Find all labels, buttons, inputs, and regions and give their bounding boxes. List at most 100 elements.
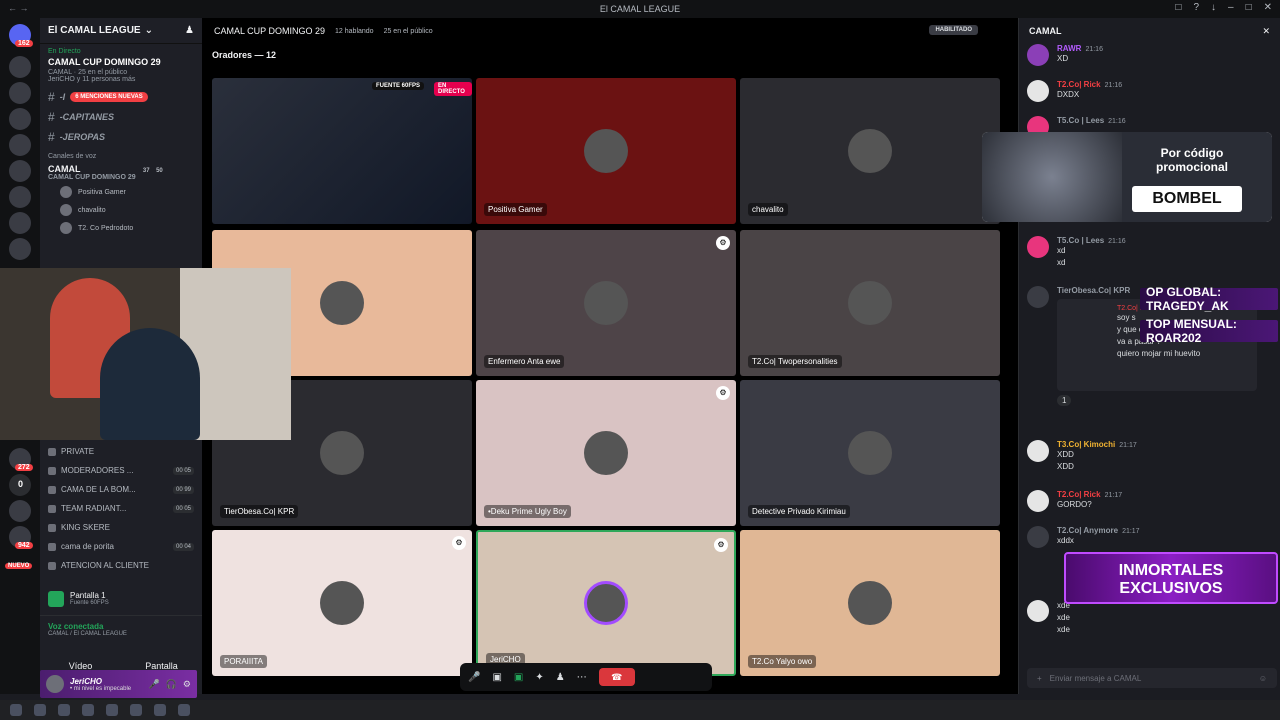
inbox-icon[interactable]: □ [1175,2,1181,13]
voice-count: 37 [142,168,150,174]
gear-icon[interactable]: ⚙ [183,679,191,690]
voice-channel[interactable]: KING SKERE [40,518,202,537]
disconnect-button[interactable]: ☎ [598,668,635,686]
server-icon[interactable] [9,108,31,130]
server-icon[interactable] [9,238,31,260]
emoji-icon[interactable]: ☺ [1259,674,1267,683]
speaker-tile[interactable]: Positiva Gamer [476,78,736,224]
nav-arrows-icon[interactable]: ← → [8,3,29,13]
start-icon[interactable] [10,704,22,716]
channel-name: KING SKERE [61,523,110,532]
message-author[interactable]: T3.Co| Kimochi [1057,440,1115,449]
mic-icon[interactable]: 🎤 [148,679,159,690]
guild-header[interactable]: El CAMAL LEAGUE ⌄ ♟ [40,18,202,44]
speaker-icon [48,504,56,513]
add-member-icon[interactable]: ♟ [185,25,194,36]
speaker-tile[interactable]: ⚙ •Deku Prime Ugly Boy [476,380,736,526]
voice-user[interactable]: chavalito [40,201,202,219]
reaction-chip[interactable]: 1 [1057,395,1072,406]
help-icon[interactable]: ? [1193,2,1199,13]
server-icon[interactable] [9,82,31,104]
speaker-icon [48,542,56,551]
voice-channel-camal[interactable]: CAMAL 37 50 CAMAL CUP DOMINGO 29 [40,162,202,183]
invite-icon[interactable]: ♟ [556,672,565,683]
voice-section-label[interactable]: Canales de voz [40,147,202,162]
activity-icon[interactable]: ✦ [535,672,543,683]
avatar [1027,526,1049,548]
speaker-tile[interactable]: ⚙ JeriCHO [476,530,736,676]
message-text: xde [1057,613,1070,622]
mic-icon[interactable]: 🎤 [468,672,480,683]
app-icon[interactable] [130,704,142,716]
speaker-icon [48,447,56,456]
message-author[interactable]: RAWR [1057,44,1081,53]
speakers-label[interactable]: Oradores — 12 [212,50,276,60]
voice-user-name: T2. Co Pedrodoto [78,224,134,232]
server-icon[interactable] [9,134,31,156]
speaker-tile[interactable]: T2.Co Yalyo owo [740,530,1000,676]
app-icon[interactable] [58,704,70,716]
avatar [584,431,628,475]
voice-user[interactable]: T2. Co Pedrodoto [40,219,202,237]
close-window-button[interactable]: ✕ [1264,2,1272,13]
download-icon[interactable]: ↓ [1211,2,1216,13]
voice-channel[interactable]: PRIVATE [40,442,202,461]
message-author[interactable]: TierObesa.Co| KPR [1057,286,1130,295]
speaker-tile[interactable]: chavalito [740,78,1000,224]
server-icon[interactable] [9,160,31,182]
event-card[interactable]: En Directo CAMAL CUP DOMINGO 29 CAMAL · … [40,44,202,87]
speaker-icon [48,466,56,475]
user-count: 00 05 [172,504,194,513]
text-channel[interactable]: # -CAPITANES [40,107,202,127]
server-icon[interactable] [9,212,31,234]
app-icon[interactable] [178,704,190,716]
speaker-name: chavalito [748,203,788,216]
maximize-button[interactable]: □ [1246,2,1252,13]
message-author[interactable]: T5.Co | Lees [1057,236,1104,245]
message-author[interactable]: T5.Co | Lees [1057,116,1104,125]
voice-user[interactable]: Positiva Gamer [40,183,202,201]
screen-share-panel[interactable]: Pantalla 1 Fuente 60FPS [40,581,202,616]
voice-channel[interactable]: ATENCION AL CLIENTE [40,556,202,575]
window-controls: □ ? ↓ – □ ✕ [1175,2,1272,13]
speaker-tile[interactable]: ⚙ PORAIIITA [212,530,472,676]
voice-channel[interactable]: MODERADORES ... 00 05 [40,461,202,480]
more-icon[interactable]: ⋯ [577,672,587,683]
app-icon[interactable] [154,704,166,716]
text-channel[interactable]: # -JEROPAS [40,127,202,147]
speaker-tile[interactable]: Detective Privado Kirimiau [740,380,1000,526]
message-author[interactable]: T2.Co| Anymore [1057,526,1118,535]
stream-tile[interactable]: FUENTE 60FPS EN DIRECTO [212,78,472,224]
avatar [584,581,628,625]
message-author[interactable]: T2.Co| Rick [1057,80,1101,89]
user-panel[interactable]: JeriCHO • mi nivel es impecable 🎤 🎧 ⚙ [40,670,197,698]
app-icon[interactable] [106,704,118,716]
close-icon[interactable]: ✕ [1262,26,1270,37]
minimize-button[interactable]: – [1228,2,1234,13]
headphones-icon[interactable]: 🎧 [166,679,177,690]
promo-overlay: Por código promocional BOMBEL [982,132,1272,222]
plus-icon[interactable]: + [1037,674,1042,683]
mentions-pill[interactable]: 6 MENCIONES NUEVAS [70,92,148,102]
message-time: 21:16 [1108,118,1126,125]
avatar [848,281,892,325]
window-title: El CAMAL LEAGUE [599,4,681,14]
server-icon[interactable] [9,500,31,522]
voice-channel[interactable]: cama de porita 00 04 [40,537,202,556]
chat-input[interactable]: + Enviar mensaje a CAMAL ☺ [1027,668,1277,688]
speaker-tile[interactable]: ⚙ Enfermero Anta ewe [476,230,736,376]
app-icon[interactable] [34,704,46,716]
screen-share-icon[interactable]: ▣ [514,672,523,683]
top-mensual-overlay: TOP MENSUAL: ROAR202 [1140,317,1278,345]
message-author[interactable]: T2.Co| Rick [1057,490,1101,499]
avatar [584,281,628,325]
server-icon[interactable] [9,56,31,78]
camera-off-icon[interactable]: ▣ [492,672,501,683]
voice-channel[interactable]: CAMA DE LA BOM... 00 99 [40,480,202,499]
voice-channel[interactable]: TEAM RADIANT... 00 05 [40,499,202,518]
message-time: 21:16 [1104,82,1123,89]
speaker-tile[interactable]: T2.Co| Twopersonalities [740,230,1000,376]
app-icon[interactable] [82,704,94,716]
server-icon[interactable] [9,186,31,208]
text-channel[interactable]: # -I 6 MENCIONES NUEVAS [40,87,202,107]
